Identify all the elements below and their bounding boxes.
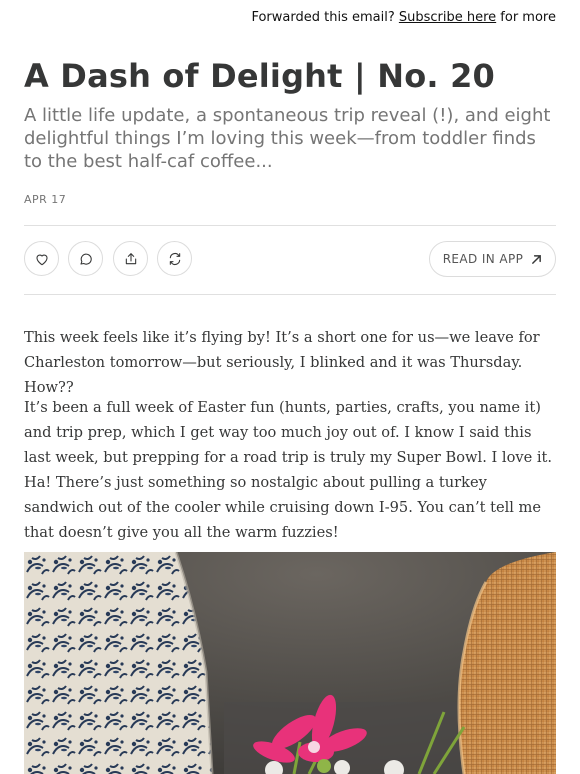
forwarded-text: Forwarded this email? — [251, 10, 399, 25]
share-button[interactable] — [113, 241, 148, 276]
heart-icon — [35, 254, 48, 265]
restack-icon — [169, 252, 180, 265]
comment-button[interactable] — [68, 241, 103, 276]
read-in-app-button[interactable]: READ IN APP — [429, 241, 556, 277]
restack-button[interactable] — [157, 241, 192, 276]
post-date: APR 17 — [24, 193, 67, 206]
subscribe-link[interactable]: Subscribe here — [399, 10, 496, 25]
read-in-app-label: READ IN APP — [442, 252, 524, 266]
divider-bottom — [24, 294, 556, 295]
forwarded-banner: Forwarded this email? Subscribe here for… — [251, 10, 556, 25]
body-paragraph-2: It’s been a full week of Easter fun (hun… — [24, 399, 553, 541]
easter-flowers-image — [24, 552, 556, 774]
action-bar: READ IN APP — [24, 241, 556, 279]
forwarded-suffix: for more — [496, 10, 556, 25]
post-subtitle: A little life update, a spontaneous trip… — [24, 105, 551, 172]
post-image — [24, 552, 556, 774]
post-title: A Dash of Delight | No. 20 — [24, 57, 496, 95]
like-button[interactable] — [24, 241, 59, 276]
divider-top — [24, 225, 556, 226]
share-icon — [125, 252, 136, 264]
comment-icon — [79, 253, 92, 265]
arrow-up-right-icon — [532, 254, 542, 264]
body-paragraph-1: This week feels like it’s flying by! It’… — [24, 329, 540, 396]
